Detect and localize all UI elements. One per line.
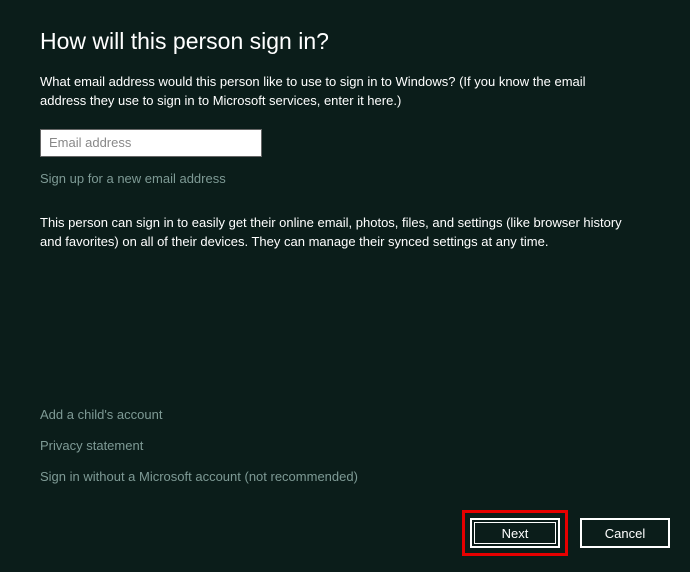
privacy-statement-link[interactable]: Privacy statement [40,438,358,453]
signin-description: What email address would this person lik… [40,73,630,111]
signup-new-email-link[interactable]: Sign up for a new email address [40,171,226,186]
button-bar: Next Cancel [462,510,670,556]
email-field[interactable] [40,129,262,157]
next-button[interactable]: Next [470,518,560,548]
local-account-link[interactable]: Sign in without a Microsoft account (not… [40,469,358,484]
page-title: How will this person sign in? [40,28,650,55]
next-button-highlight: Next [462,510,568,556]
bottom-links-group: Add a child's account Privacy statement … [40,407,358,500]
sync-info-text: This person can sign in to easily get th… [40,214,640,252]
cancel-button[interactable]: Cancel [580,518,670,548]
add-child-account-link[interactable]: Add a child's account [40,407,358,422]
